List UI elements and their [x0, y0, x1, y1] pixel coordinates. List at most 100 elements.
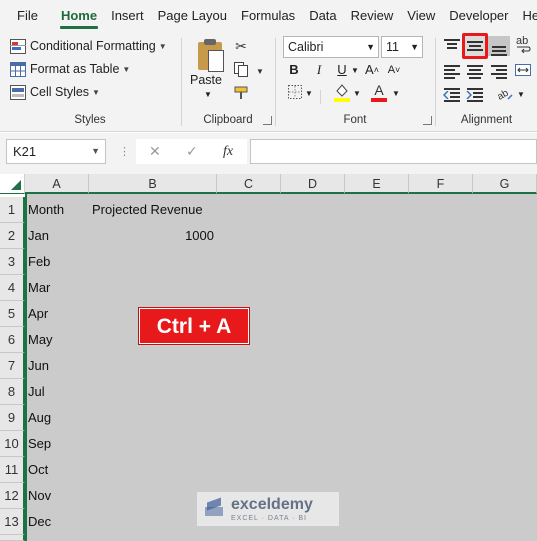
column-header-e[interactable]: E [345, 174, 409, 194]
tab-help[interactable]: Help [516, 0, 537, 32]
cell-a13[interactable]: Dec [28, 509, 51, 535]
tab-home[interactable]: Home [54, 0, 104, 32]
tab-data[interactable]: Data [302, 0, 343, 32]
format-as-table-button[interactable]: Format as Table ▼ [10, 59, 130, 79]
paste-icon[interactable] [196, 38, 226, 74]
formula-input[interactable] [250, 139, 537, 164]
tab-developer[interactable]: Developer [442, 0, 515, 32]
conditional-formatting-button[interactable]: Conditional Formatting ▼ [10, 36, 167, 56]
tab-review[interactable]: Review [344, 0, 401, 32]
chevron-down-icon[interactable]: ▼ [350, 62, 360, 80]
conditional-formatting-icon [10, 38, 26, 54]
font-launcher-icon[interactable] [423, 116, 432, 125]
row-header[interactable]: 3 [0, 249, 25, 275]
cell-a11[interactable]: Oct [28, 457, 48, 483]
row-header[interactable]: 6 [0, 327, 25, 353]
row-header[interactable]: 8 [0, 379, 25, 405]
cell-a4[interactable]: Mar [28, 275, 50, 301]
clipboard-group-label: Clipboard [203, 114, 253, 126]
row-header[interactable]: 9 [0, 405, 25, 431]
cancel-icon[interactable]: ✕ [149, 139, 161, 164]
cell-a10[interactable]: Sep [28, 431, 51, 457]
name-box[interactable]: K21 ▼ [6, 139, 106, 164]
column-header-f[interactable]: F [409, 174, 473, 194]
row-header[interactable]: 1 [0, 197, 25, 223]
insert-function-icon[interactable]: fx [223, 139, 233, 164]
cell-styles-icon [10, 84, 26, 100]
enter-icon[interactable]: ✓ [186, 139, 198, 164]
font-size-select[interactable]: 11 ▼ [381, 36, 423, 58]
cell-a2[interactable]: Jan [28, 223, 49, 249]
chevron-down-icon[interactable]: ▼ [352, 85, 362, 103]
cell-styles-label: Cell Styles [30, 85, 90, 99]
cell-a6[interactable]: May [28, 327, 53, 353]
column-header-b[interactable]: B [89, 174, 217, 194]
bold-button[interactable]: B [286, 61, 302, 79]
bottom-align-button[interactable] [488, 36, 510, 56]
grip-icon[interactable]: ⋮ [119, 145, 130, 158]
font-name-select[interactable]: Calibri ▼ [283, 36, 379, 58]
row-header[interactable]: 13 [0, 509, 25, 535]
font-color-label: A [374, 82, 384, 98]
row-header[interactable]: 12 [0, 483, 25, 509]
cut-icon[interactable]: ✂ [232, 37, 250, 55]
tab-view[interactable]: View [400, 0, 442, 32]
cell-styles-button[interactable]: Cell Styles ▼ [10, 82, 100, 102]
shortcut-badge: Ctrl + A [139, 308, 249, 344]
ribbon-tabs: File Home Insert Page Layou Formulas Dat… [0, 0, 537, 32]
chevron-down-icon: ▼ [122, 64, 131, 74]
increase-indent-icon[interactable] [466, 85, 484, 103]
borders-icon[interactable] [286, 84, 304, 102]
underline-button[interactable]: U [334, 61, 350, 79]
top-align-icon[interactable] [443, 37, 461, 55]
row-header[interactable]: 2 [0, 223, 25, 249]
font-color-icon[interactable]: A [370, 81, 388, 102]
chevron-down-icon[interactable]: ▼ [304, 85, 314, 103]
chevron-down-icon[interactable]: ▼ [391, 85, 401, 103]
chevron-down-icon[interactable]: ▼ [516, 86, 526, 104]
copy-icon[interactable] [232, 61, 250, 79]
row-header[interactable] [0, 535, 25, 541]
tab-insert[interactable]: Insert [104, 0, 151, 32]
bottom-align-icon [490, 37, 508, 56]
cell-a8[interactable]: Jul [28, 379, 45, 405]
orientation-icon[interactable]: ab [495, 85, 514, 103]
column-header-a[interactable]: A [25, 174, 89, 194]
row-header[interactable]: 10 [0, 431, 25, 457]
row-header[interactable]: 4 [0, 275, 25, 301]
cell-a3[interactable]: Feb [28, 249, 50, 275]
cell-a12[interactable]: Nov [28, 483, 51, 509]
fill-color-icon[interactable] [333, 82, 351, 102]
tab-file[interactable]: File [0, 0, 54, 32]
cell-a7[interactable]: Jun [28, 353, 49, 379]
decrease-font-size-button[interactable]: A˅ [384, 61, 404, 79]
decrease-indent-icon[interactable] [443, 85, 461, 103]
tab-formulas[interactable]: Formulas [234, 0, 302, 32]
cell-a1[interactable]: Month [28, 197, 64, 223]
clipboard-launcher-icon[interactable] [263, 116, 272, 125]
increase-font-size-button[interactable]: A˄ [362, 61, 382, 79]
tab-page-layout[interactable]: Page Layou [151, 0, 234, 32]
row-header[interactable]: 7 [0, 353, 25, 379]
middle-align-button[interactable] [462, 33, 488, 59]
column-header-d[interactable]: D [281, 174, 345, 194]
align-right-icon[interactable] [490, 62, 508, 80]
chevron-down-icon[interactable]: ▼ [251, 63, 269, 81]
align-left-icon[interactable] [443, 62, 461, 80]
select-all-button[interactable] [0, 174, 25, 194]
cell-a5[interactable]: Apr [28, 301, 48, 327]
paste-button-label[interactable]: Paste [190, 73, 222, 87]
italic-button[interactable]: I [311, 61, 327, 79]
column-header-g[interactable]: G [473, 174, 537, 194]
format-painter-icon[interactable] [232, 85, 250, 103]
cell-b2[interactable]: 1000 [92, 223, 214, 249]
wrap-text-icon[interactable]: ab [514, 35, 532, 53]
column-header-c[interactable]: C [217, 174, 281, 194]
chevron-down-icon[interactable]: ▼ [204, 90, 212, 99]
cell-a9[interactable]: Aug [28, 405, 51, 431]
align-center-icon[interactable] [466, 62, 484, 80]
merge-center-icon[interactable] [514, 61, 532, 79]
cell-b1[interactable]: Projected Revenue [92, 197, 203, 223]
row-header[interactable]: 11 [0, 457, 25, 483]
row-header[interactable]: 5 [0, 301, 25, 327]
